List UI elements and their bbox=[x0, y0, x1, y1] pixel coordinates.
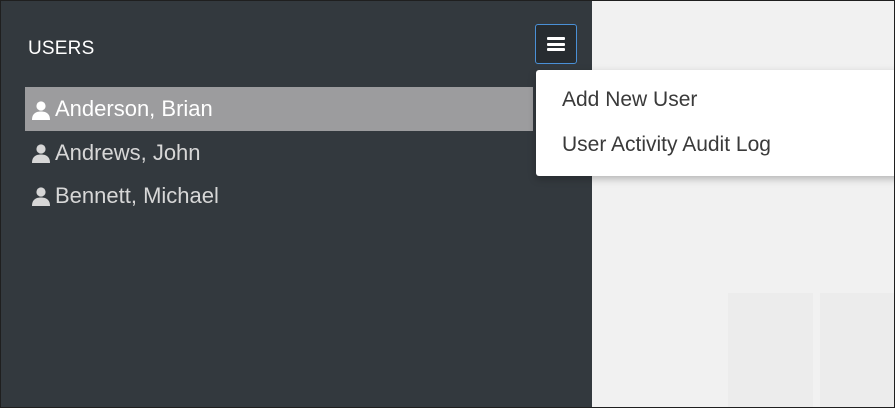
sidebar-title: USERS bbox=[28, 38, 95, 59]
user-list-item[interactable]: Anderson, Brian bbox=[25, 87, 533, 131]
content-panel bbox=[820, 293, 894, 407]
user-list: Anderson, Brian Andrews, John Bennett, M… bbox=[25, 87, 533, 217]
app-window: USERS Anderson, Brian Andrews, John Benn… bbox=[0, 0, 895, 408]
user-icon bbox=[31, 187, 51, 206]
user-list-item[interactable]: Andrews, John bbox=[25, 131, 533, 174]
user-activity-audit-log-menu-item[interactable]: User Activity Audit Log bbox=[562, 133, 771, 157]
user-list-item[interactable]: Bennett, Michael bbox=[25, 174, 533, 217]
add-new-user-menu-item[interactable]: Add New User bbox=[562, 88, 697, 112]
user-icon bbox=[31, 144, 51, 163]
content-panel bbox=[728, 293, 813, 407]
menu-button[interactable] bbox=[535, 24, 577, 64]
users-sidebar: USERS Anderson, Brian Andrews, John Benn… bbox=[1, 1, 592, 407]
user-actions-dropdown: Add New User User Activity Audit Log bbox=[536, 70, 894, 176]
user-icon bbox=[31, 100, 51, 120]
hamburger-menu-icon bbox=[547, 37, 565, 51]
user-name: Bennett, Michael bbox=[55, 182, 219, 208]
user-name: Andrews, John bbox=[55, 139, 201, 165]
user-name: Anderson, Brian bbox=[55, 96, 213, 121]
